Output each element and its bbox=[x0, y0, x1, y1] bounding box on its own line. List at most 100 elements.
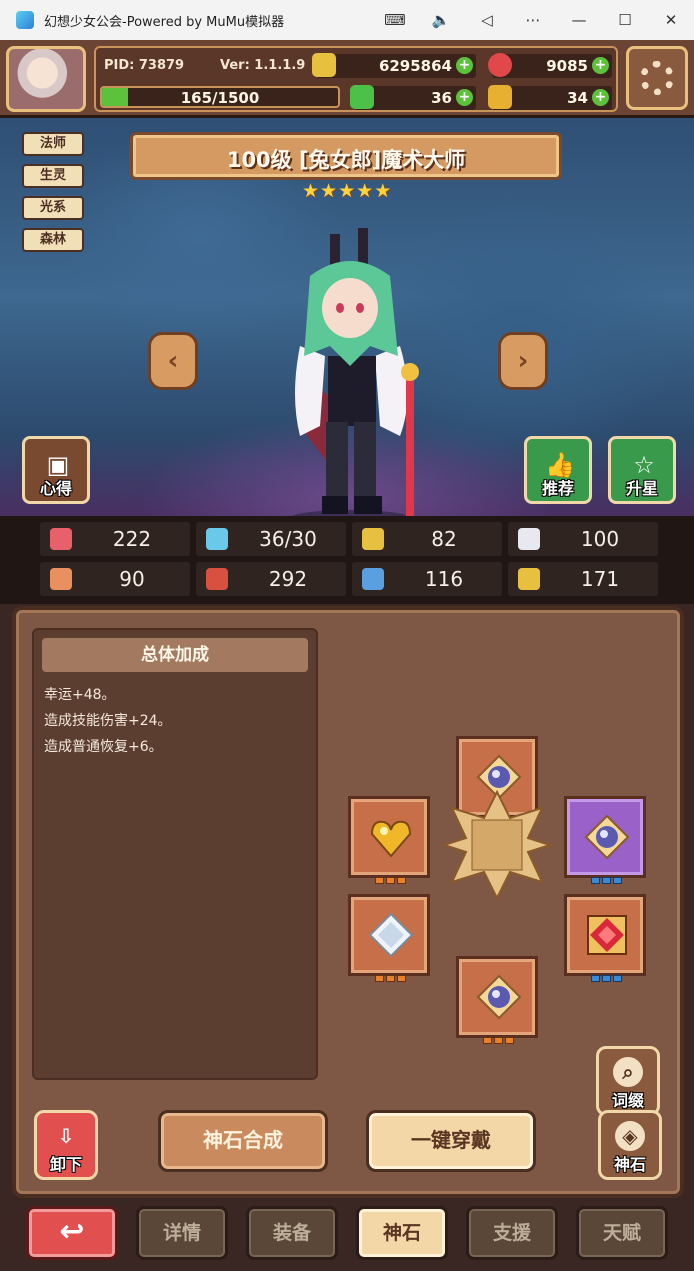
add-key-button[interactable]: + bbox=[592, 89, 609, 106]
gem-slot-left-bottom[interactable] bbox=[348, 894, 430, 982]
stat-value: 171 bbox=[580, 567, 620, 591]
hero-title-banner: 100级 [兔女郎]魔术大师 bbox=[130, 132, 562, 180]
gem-slot-right-bottom[interactable] bbox=[564, 894, 646, 982]
stat-value: 36/30 bbox=[259, 527, 317, 551]
gem-slot-bottom[interactable] bbox=[456, 956, 538, 1044]
stat-value: 90 bbox=[119, 567, 145, 591]
star-up-button[interactable]: ☆ 升星 bbox=[608, 436, 676, 504]
affix-button[interactable]: ⌕ 词缀 bbox=[596, 1046, 660, 1116]
center-rune-icon bbox=[442, 790, 552, 900]
tab-talent[interactable]: 天赋 bbox=[576, 1206, 668, 1260]
godstone-button[interactable]: ◈ 神石 bbox=[598, 1110, 662, 1180]
settings-button[interactable] bbox=[626, 46, 688, 110]
gem-value: 9085 bbox=[546, 57, 588, 75]
add-gold-button[interactable]: + bbox=[456, 57, 473, 74]
tab-godstone[interactable]: 神石 bbox=[356, 1206, 448, 1260]
stat-value: 222 bbox=[112, 527, 152, 551]
bonus-line: 造成普通恢复+6。 bbox=[44, 739, 163, 755]
recommend-button[interactable]: 👍 推荐 bbox=[524, 436, 592, 504]
clover-counter: 36 + bbox=[350, 85, 476, 110]
resource-panel: PID: 73879 Ver: 1.1.1.9 6295864 + 9085 +… bbox=[94, 46, 618, 112]
crystal-icon: ◈ bbox=[615, 1121, 645, 1151]
minimize-icon[interactable]: — bbox=[556, 0, 602, 40]
window-controls: ⌨ 🔈 ◁ ⋯ — ☐ ✕ bbox=[372, 0, 694, 40]
magnifier-icon: ⌕ bbox=[613, 1057, 643, 1087]
total-bonus-box: 总体加成 幸运+48。 造成技能伤害+24。 造成普通恢复+6。 bbox=[32, 628, 318, 1080]
boot-icon bbox=[362, 568, 384, 590]
stat-cell: 292 bbox=[196, 562, 346, 596]
notes-label: 心得 bbox=[39, 479, 72, 498]
key-counter: 34 + bbox=[488, 85, 612, 110]
tab-details[interactable]: 详情 bbox=[136, 1206, 228, 1260]
gem-slot-right-top[interactable] bbox=[564, 796, 646, 884]
game-version: Ver: 1.1.1.9 bbox=[220, 58, 306, 73]
add-gem-button[interactable]: + bbox=[592, 57, 609, 74]
player-id: PID: 73879 bbox=[104, 58, 185, 73]
slot-level-dots bbox=[591, 877, 622, 884]
godstone-label: 神石 bbox=[613, 1155, 646, 1174]
prev-hero-button[interactable]: ‹ bbox=[148, 332, 198, 390]
crystal-orb-icon bbox=[476, 974, 522, 1020]
clover-icon bbox=[350, 85, 374, 109]
return-button[interactable]: ↩ bbox=[26, 1206, 118, 1260]
gem-counter: 9085 + bbox=[488, 53, 612, 78]
red-gem-icon bbox=[488, 53, 512, 77]
close-icon[interactable]: ✕ bbox=[648, 0, 694, 40]
arrow-down-icon: ⇩ bbox=[57, 1124, 75, 1148]
wing-icon bbox=[518, 528, 540, 550]
gear-icon bbox=[640, 61, 674, 95]
unload-button[interactable]: ⇩ 卸下 bbox=[34, 1110, 98, 1180]
player-avatar[interactable] bbox=[6, 46, 86, 112]
more-icon[interactable]: ⋯ bbox=[510, 0, 556, 40]
stat-cell: 36/30 bbox=[196, 522, 346, 556]
exp-bar: 165/1500 bbox=[100, 86, 340, 108]
volume-icon[interactable]: 🔈 bbox=[418, 0, 464, 40]
tag-habitat: 森林 bbox=[22, 228, 84, 252]
equip-all-button[interactable]: 一键穿戴 bbox=[366, 1110, 536, 1172]
keyboard-icon[interactable]: ⌨ bbox=[372, 0, 418, 40]
gold-counter: 6295864 + bbox=[312, 53, 476, 78]
top-hud: PID: 73879 Ver: 1.1.1.9 6295864 + 9085 +… bbox=[0, 40, 694, 118]
stat-cell: 100 bbox=[508, 522, 658, 556]
exp-text: 165/1500 bbox=[180, 89, 260, 107]
next-hero-button[interactable]: › bbox=[498, 332, 548, 390]
maximize-icon[interactable]: ☐ bbox=[602, 0, 648, 40]
heart-icon bbox=[50, 528, 72, 550]
star-icon: ★ bbox=[356, 180, 374, 202]
stat-cell: 82 bbox=[352, 522, 502, 556]
stat-cell: 222 bbox=[40, 522, 190, 556]
hero-star-rating: ★ ★ ★ ★ ★ bbox=[302, 180, 391, 202]
godstone-synthesis-button[interactable]: 神石合成 bbox=[158, 1110, 328, 1172]
godstone-panel: 总体加成 幸运+48。 造成技能伤害+24。 造成普通恢复+6。 ⌕ 词缀 ⇩ … bbox=[12, 606, 684, 1198]
stat-cell: 90 bbox=[40, 562, 190, 596]
hero-stats: 222 36/30 82 100 90 292 116 171 bbox=[0, 516, 694, 604]
affix-label: 词缀 bbox=[611, 1091, 644, 1110]
tab-support[interactable]: 支援 bbox=[466, 1206, 558, 1260]
stat-cell: 116 bbox=[352, 562, 502, 596]
bottom-tab-bar: ↩ 详情 装备 神石 支援 天赋 bbox=[0, 1198, 694, 1271]
notes-button[interactable]: ▣ 心得 bbox=[22, 436, 90, 504]
unload-label: 卸下 bbox=[49, 1155, 82, 1174]
gold-heart-gem-icon bbox=[370, 820, 412, 858]
star-up-label: 升星 bbox=[625, 479, 658, 498]
tab-equipment[interactable]: 装备 bbox=[246, 1206, 338, 1260]
tag-class: 法师 bbox=[22, 132, 84, 156]
star-icon: ★ bbox=[320, 180, 338, 202]
hero-scene: 法师 生灵 光系 森林 100级 [兔女郎]魔术大师 ★ ★ ★ ★ ★ ‹ › bbox=[0, 118, 694, 516]
tag-element: 光系 bbox=[22, 196, 84, 220]
ruby-gem-icon bbox=[587, 915, 627, 955]
stat-value: 100 bbox=[580, 527, 620, 551]
slot-level-dots bbox=[591, 975, 622, 982]
white-diamond-gem-icon bbox=[368, 912, 414, 958]
chevron-left-icon: ‹ bbox=[167, 346, 179, 376]
add-clover-button[interactable]: + bbox=[456, 89, 473, 106]
horseshoe-icon bbox=[518, 568, 540, 590]
window-titlebar: 幻想少女公会-Powered by MuMu模拟器 ⌨ 🔈 ◁ ⋯ — ☐ ✕ bbox=[0, 0, 694, 40]
window-title: 幻想少女公会-Powered by MuMu模拟器 bbox=[44, 14, 285, 30]
crystal-orb-icon bbox=[584, 814, 630, 860]
bonus-line: 造成技能伤害+24。 bbox=[44, 713, 172, 729]
chevron-right-icon: › bbox=[517, 346, 529, 376]
water-drop-icon bbox=[206, 528, 228, 550]
back-icon[interactable]: ◁ bbox=[464, 0, 510, 40]
gem-slot-left-top[interactable] bbox=[348, 796, 430, 884]
